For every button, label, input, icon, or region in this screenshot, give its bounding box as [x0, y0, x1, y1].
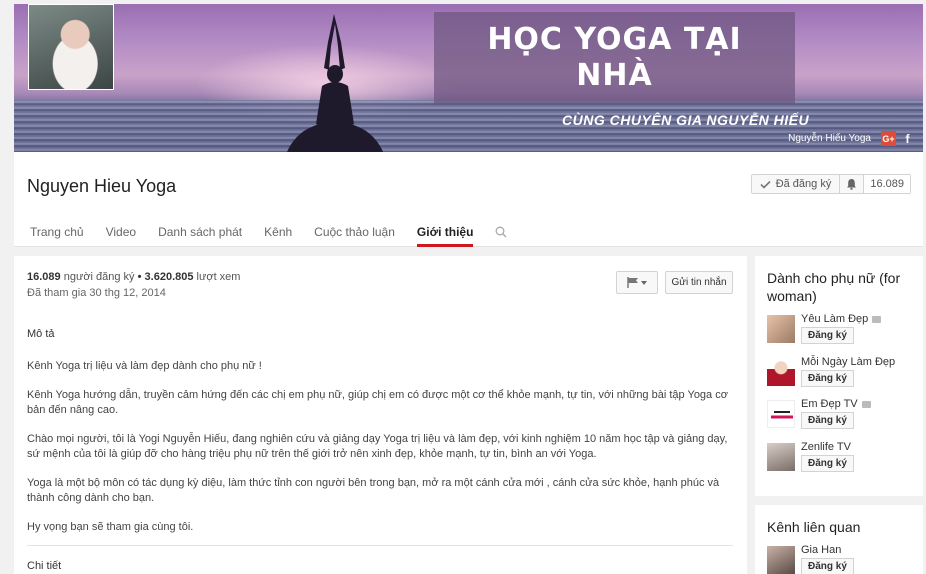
section-divider	[27, 545, 733, 546]
channel-item-name[interactable]: Gia Han	[801, 544, 841, 556]
tab-channels[interactable]: Kênh	[253, 222, 303, 247]
google-plus-icon[interactable]: G+	[881, 131, 896, 146]
tab-playlists[interactable]: Danh sách phát	[147, 222, 253, 247]
description-paragraph: Hy vọng bạn sẽ tham gia cùng tôi.	[27, 521, 194, 533]
channel-thumbnail[interactable]	[767, 358, 795, 386]
joined-date: Đã tham gia 30 thg 12, 2014	[27, 287, 166, 299]
subscribe-button[interactable]: Đăng ký	[801, 558, 854, 574]
yoga-silhouette	[286, 14, 384, 152]
channel-item: Yêu Làm Đẹp Đăng ký	[767, 313, 923, 351]
subscribed-label: Đã đăng ký	[775, 178, 832, 190]
tab-videos[interactable]: Video	[95, 222, 147, 247]
channel-item-name[interactable]: Yêu Làm Đẹp	[801, 313, 882, 325]
verified-badge-icon	[861, 400, 871, 408]
channel-item-name[interactable]: Em Đẹp TV	[801, 398, 871, 410]
channel-thumbnail[interactable]	[767, 315, 795, 343]
details-heading: Chi tiết	[27, 560, 62, 572]
subscribe-button[interactable]: Đăng ký	[801, 327, 854, 344]
featured-channels-card: Dành cho phụ nữ (for woman) Yêu Làm Đẹp …	[755, 256, 923, 496]
search-icon	[495, 226, 507, 238]
channel-header: Nguyen Hieu Yoga Đã đăng ký 16.089 Trang…	[14, 152, 923, 247]
stats-views: 3.620.805	[144, 271, 194, 283]
description-paragraph: Chào mọi người, tôi là Yogi Nguyễn Hiếu,…	[27, 433, 728, 460]
tab-discussion[interactable]: Cuộc thảo luận	[303, 222, 406, 247]
verified-badge-icon	[872, 315, 882, 323]
subscribe-button[interactable]: Đăng ký	[801, 370, 854, 387]
featured-channels-title: Dành cho phụ nữ (for woman)	[767, 270, 901, 304]
channel-tabs: Trang chủ Video Danh sách phát Kênh Cuộc…	[30, 222, 518, 247]
channel-item: Zenlife TV Đăng ký	[767, 441, 923, 479]
tab-about[interactable]: Giới thiệu	[406, 222, 485, 247]
related-channels-title: Kênh liên quan	[767, 519, 861, 535]
channel-item-label: Gia Han	[801, 544, 842, 556]
description-paragraph: Yoga là một bộ môn có tác dụng kỳ diệu, …	[27, 477, 720, 504]
chevron-down-icon	[641, 280, 647, 285]
facebook-icon[interactable]: f	[900, 131, 915, 146]
tab-home[interactable]: Trang chủ	[30, 222, 95, 247]
channel-item-name[interactable]: Zenlife TV	[801, 441, 851, 453]
channel-avatar[interactable]	[28, 4, 114, 90]
channel-item: Em Đẹp TV Đăng ký	[767, 398, 923, 436]
description-paragraph: Kênh Yoga hướng dẫn, truyền cảm hứng đến…	[27, 389, 728, 416]
flag-icon	[627, 277, 638, 288]
related-channels-card: Kênh liên quan Gia Han Đăng ký	[755, 505, 923, 574]
description-paragraph: Kênh Yoga trị liệu và làm đẹp dành cho p…	[27, 360, 262, 372]
channel-search-button[interactable]	[484, 222, 518, 242]
channel-thumbnail[interactable]	[767, 546, 795, 574]
subscriber-count: 16.089	[864, 175, 910, 193]
banner-title-line1: HỌC YOGA TẠI	[487, 22, 742, 57]
channel-description: Kênh Yoga trị liệu và làm đẹp dành cho p…	[27, 359, 735, 549]
stats-subscribers: 16.089	[27, 271, 61, 283]
bell-icon	[847, 179, 857, 190]
channel-item-label: Em Đẹp TV	[801, 398, 858, 410]
channel-item: Gia Han Đăng ký	[767, 544, 923, 574]
channel-banner: HỌC YOGA TẠI NHÀ CÙNG CHUYÊN GIA NGUYỄN …	[14, 4, 923, 152]
channel-item-label: Mỗi Ngày Làm Đẹp	[801, 356, 896, 368]
avatar-image	[29, 5, 113, 89]
subscribe-area: Đã đăng ký 16.089	[750, 174, 911, 194]
notification-bell-button[interactable]	[840, 175, 865, 193]
subscribe-button[interactable]: Đăng ký	[801, 412, 854, 429]
check-icon	[760, 180, 771, 189]
em-dep-logo-icon	[771, 411, 793, 419]
channel-item-label: Yêu Làm Đẹp	[801, 313, 869, 325]
channel-item-label: Zenlife TV	[801, 441, 851, 453]
banner-links: Nguyễn Hiếu Yoga G+ f	[788, 131, 915, 146]
banner-title: HỌC YOGA TẠI NHÀ	[434, 22, 795, 94]
channel-item-name[interactable]: Mỗi Ngày Làm Đẹp	[801, 356, 895, 368]
send-message-button[interactable]: Gửi tin nhắn	[665, 271, 733, 294]
about-panel: 16.089 người đăng ký • 3.620.805 lượt xe…	[14, 256, 747, 574]
banner-title-line2: NHÀ	[576, 58, 653, 93]
channel-title: Nguyen Hieu Yoga	[27, 176, 177, 196]
banner-channel-link[interactable]: Nguyễn Hiếu Yoga	[788, 133, 871, 144]
report-flag-button[interactable]	[616, 271, 658, 294]
channel-stats: 16.089 người đăng ký • 3.620.805 lượt xe…	[27, 271, 240, 283]
subscribe-button[interactable]: Đăng ký	[801, 455, 854, 472]
channel-thumbnail[interactable]	[767, 443, 795, 471]
banner-subtitle: CÙNG CHUYÊN GIA NGUYỄN HIẾU	[562, 112, 810, 128]
stats-views-suffix: lượt xem	[196, 271, 241, 283]
subscribed-button[interactable]: Đã đăng ký	[752, 175, 841, 193]
channel-item: Mỗi Ngày Làm Đẹp Đăng ký	[767, 356, 923, 394]
description-heading: Mô tả	[27, 328, 55, 340]
channel-thumbnail[interactable]	[767, 400, 795, 428]
stats-separator: •	[137, 271, 142, 283]
stats-subscribers-suffix: người đăng ký	[63, 271, 135, 283]
